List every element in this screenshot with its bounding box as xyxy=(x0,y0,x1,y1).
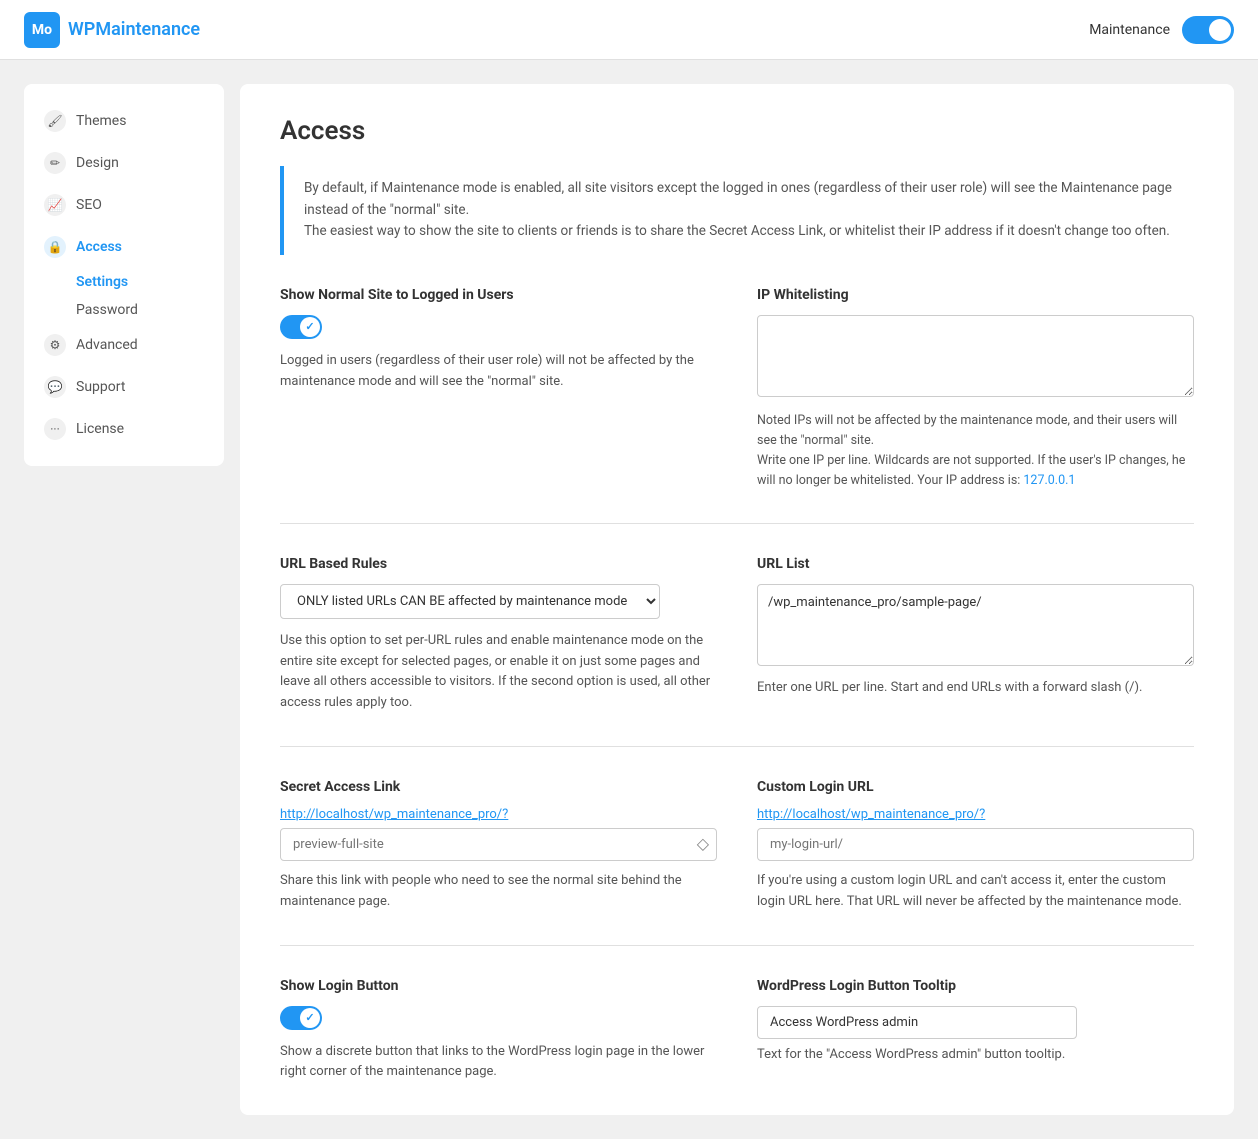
sidebar-label-license: License xyxy=(76,421,124,437)
design-icon: ✏ xyxy=(44,152,66,174)
custom-login-url-label: Custom Login URL xyxy=(757,779,1194,795)
ip-notes: Noted IPs will not be affected by the ma… xyxy=(757,411,1194,491)
sidebar-sub-settings[interactable]: Settings xyxy=(24,268,224,296)
logo-text: WPMaintenance xyxy=(68,19,200,40)
url-based-rules-select[interactable]: ONLY listed URLs CAN BE affected by main… xyxy=(280,584,660,619)
custom-login-url-col: Custom Login URL http://localhost/wp_mai… xyxy=(757,779,1194,913)
header-right: Maintenance xyxy=(1089,16,1234,44)
license-icon: ··· xyxy=(44,418,66,440)
section-row-1: Show Normal Site to Logged in Users Logg… xyxy=(280,287,1194,491)
header: Mo WPMaintenance Maintenance xyxy=(0,0,1258,60)
info-line-2: The easiest way to show the site to clie… xyxy=(304,221,1174,243)
copy-icon-button[interactable]: ◇ xyxy=(697,834,709,854)
sidebar-sub-password[interactable]: Password xyxy=(24,296,224,324)
logo-icon: Mo xyxy=(24,12,60,48)
secret-access-link-url[interactable]: http://localhost/wp_maintenance_pro/? xyxy=(280,807,717,822)
sidebar: 🖌 Themes ✏ Design 📈 SEO 🔒 Access Setting… xyxy=(24,84,224,466)
main-content: Access By default, if Maintenance mode i… xyxy=(240,84,1234,1115)
url-based-rules-label: URL Based Rules xyxy=(280,556,717,572)
ip-whitelisting-textarea[interactable] xyxy=(757,315,1194,397)
secret-access-link-col: Secret Access Link http://localhost/wp_m… xyxy=(280,779,717,913)
show-login-button-label: Show Login Button xyxy=(280,978,717,994)
show-login-button-toggle[interactable] xyxy=(280,1006,322,1030)
info-box: By default, if Maintenance mode is enabl… xyxy=(280,166,1194,255)
toggle-sm-knob xyxy=(300,317,320,337)
wp-login-tooltip-col: WordPress Login Button Tooltip Text for … xyxy=(757,978,1194,1084)
divider-1 xyxy=(280,523,1194,524)
show-normal-site-desc: Logged in users (regardless of their use… xyxy=(280,351,717,393)
wp-login-tooltip-label: WordPress Login Button Tooltip xyxy=(757,978,1194,994)
show-login-button-toggle-wrap xyxy=(280,1006,717,1030)
maintenance-toggle-label: Maintenance xyxy=(1089,22,1170,38)
sidebar-item-advanced[interactable]: ⚙ Advanced xyxy=(24,324,224,366)
custom-login-input[interactable] xyxy=(757,828,1194,861)
maintenance-toggle[interactable] xyxy=(1182,16,1234,44)
url-based-rules-col: URL Based Rules ONLY listed URLs CAN BE … xyxy=(280,556,717,714)
sidebar-item-themes[interactable]: 🖌 Themes xyxy=(24,100,224,142)
toggle-sm-knob-2 xyxy=(300,1008,320,1028)
info-line-1: By default, if Maintenance mode is enabl… xyxy=(304,178,1174,221)
seo-icon: 📈 xyxy=(44,194,66,216)
show-normal-site-label: Show Normal Site to Logged in Users xyxy=(280,287,717,303)
ip-whitelisting-col: IP Whitelisting Noted IPs will not be af… xyxy=(757,287,1194,491)
page-title: Access xyxy=(280,116,1194,146)
secret-access-link-desc: Share this link with people who need to … xyxy=(280,871,717,913)
custom-login-url-desc: If you're using a custom login URL and c… xyxy=(757,871,1194,913)
divider-3 xyxy=(280,945,1194,946)
access-icon: 🔒 xyxy=(44,236,66,258)
show-normal-site-toggle-wrap xyxy=(280,315,717,339)
toggle-knob xyxy=(1209,19,1231,41)
show-normal-site-col: Show Normal Site to Logged in Users Logg… xyxy=(280,287,717,491)
ip-address: 127.0.0.1 xyxy=(1023,473,1075,488)
secret-access-link-label: Secret Access Link xyxy=(280,779,717,795)
custom-login-url-prefix: http://localhost/wp_maintenance_pro/? xyxy=(757,807,1194,822)
themes-icon: 🖌 xyxy=(44,110,66,132)
sidebar-label-advanced: Advanced xyxy=(76,337,138,353)
section-row-3: Secret Access Link http://localhost/wp_m… xyxy=(280,779,1194,913)
sidebar-label-design: Design xyxy=(76,155,119,171)
show-normal-site-toggle[interactable] xyxy=(280,315,322,339)
logo: Mo WPMaintenance xyxy=(24,12,200,48)
sidebar-item-license[interactable]: ··· License xyxy=(24,408,224,450)
section-row-2: URL Based Rules ONLY listed URLs CAN BE … xyxy=(280,556,1194,714)
sidebar-label-access: Access xyxy=(76,239,122,255)
wp-login-tooltip-desc: Text for the "Access WordPress admin" bu… xyxy=(757,1047,1194,1062)
sidebar-label-seo: SEO xyxy=(76,197,102,213)
show-login-button-col: Show Login Button Show a discrete button… xyxy=(280,978,717,1084)
wp-login-tooltip-input[interactable] xyxy=(757,1006,1077,1039)
url-list-desc: Enter one URL per line. Start and end UR… xyxy=(757,678,1194,699)
sidebar-label-support: Support xyxy=(76,379,125,395)
ip-whitelisting-label: IP Whitelisting xyxy=(757,287,1194,303)
url-list-textarea[interactable] xyxy=(757,584,1194,666)
sidebar-item-support[interactable]: 💬 Support xyxy=(24,366,224,408)
sidebar-label-themes: Themes xyxy=(76,113,126,129)
layout: 🖌 Themes ✏ Design 📈 SEO 🔒 Access Setting… xyxy=(0,60,1258,1139)
custom-login-input-wrap xyxy=(757,828,1194,861)
secret-access-input[interactable] xyxy=(280,828,717,861)
secret-input-wrap: ◇ xyxy=(280,828,717,861)
advanced-icon: ⚙ xyxy=(44,334,66,356)
sidebar-item-design[interactable]: ✏ Design xyxy=(24,142,224,184)
divider-2 xyxy=(280,746,1194,747)
sidebar-item-access[interactable]: 🔒 Access xyxy=(24,226,224,268)
section-row-4: Show Login Button Show a discrete button… xyxy=(280,978,1194,1084)
show-login-button-desc: Show a discrete button that links to the… xyxy=(280,1042,717,1084)
url-based-rules-desc: Use this option to set per-URL rules and… xyxy=(280,631,717,714)
url-list-label: URL List xyxy=(757,556,1194,572)
sidebar-item-seo[interactable]: 📈 SEO xyxy=(24,184,224,226)
support-icon: 💬 xyxy=(44,376,66,398)
url-list-col: URL List Enter one URL per line. Start a… xyxy=(757,556,1194,714)
